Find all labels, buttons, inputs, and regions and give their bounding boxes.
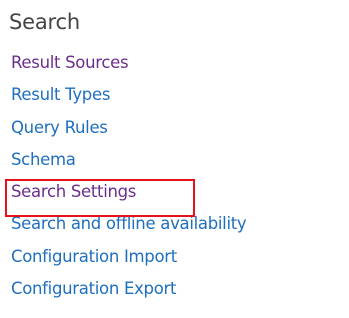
list-item: Configuration Import <box>11 245 246 277</box>
list-item: Schema <box>11 148 246 180</box>
list-item: Configuration Export <box>11 277 246 309</box>
section-heading: Search <box>9 10 80 34</box>
search-offline-availability-link[interactable]: Search and offline availability <box>11 214 247 233</box>
list-item: Result Sources <box>11 51 246 83</box>
result-sources-link[interactable]: Result Sources <box>11 53 129 72</box>
result-types-link[interactable]: Result Types <box>11 85 110 104</box>
list-item: Search Settings <box>11 180 246 212</box>
search-settings-link[interactable]: Search Settings <box>11 182 136 201</box>
schema-link[interactable]: Schema <box>11 150 76 169</box>
list-item: Search and offline availability <box>11 212 247 244</box>
query-rules-link[interactable]: Query Rules <box>11 118 108 137</box>
search-links-list: Result Sources Result Types Query Rules … <box>11 51 247 309</box>
list-item: Result Types <box>11 83 246 115</box>
configuration-import-link[interactable]: Configuration Import <box>11 247 177 266</box>
list-item: Query Rules <box>11 116 246 148</box>
search-settings-section: Search Result Sources Result Types Query… <box>0 0 349 318</box>
configuration-export-link[interactable]: Configuration Export <box>11 279 176 298</box>
